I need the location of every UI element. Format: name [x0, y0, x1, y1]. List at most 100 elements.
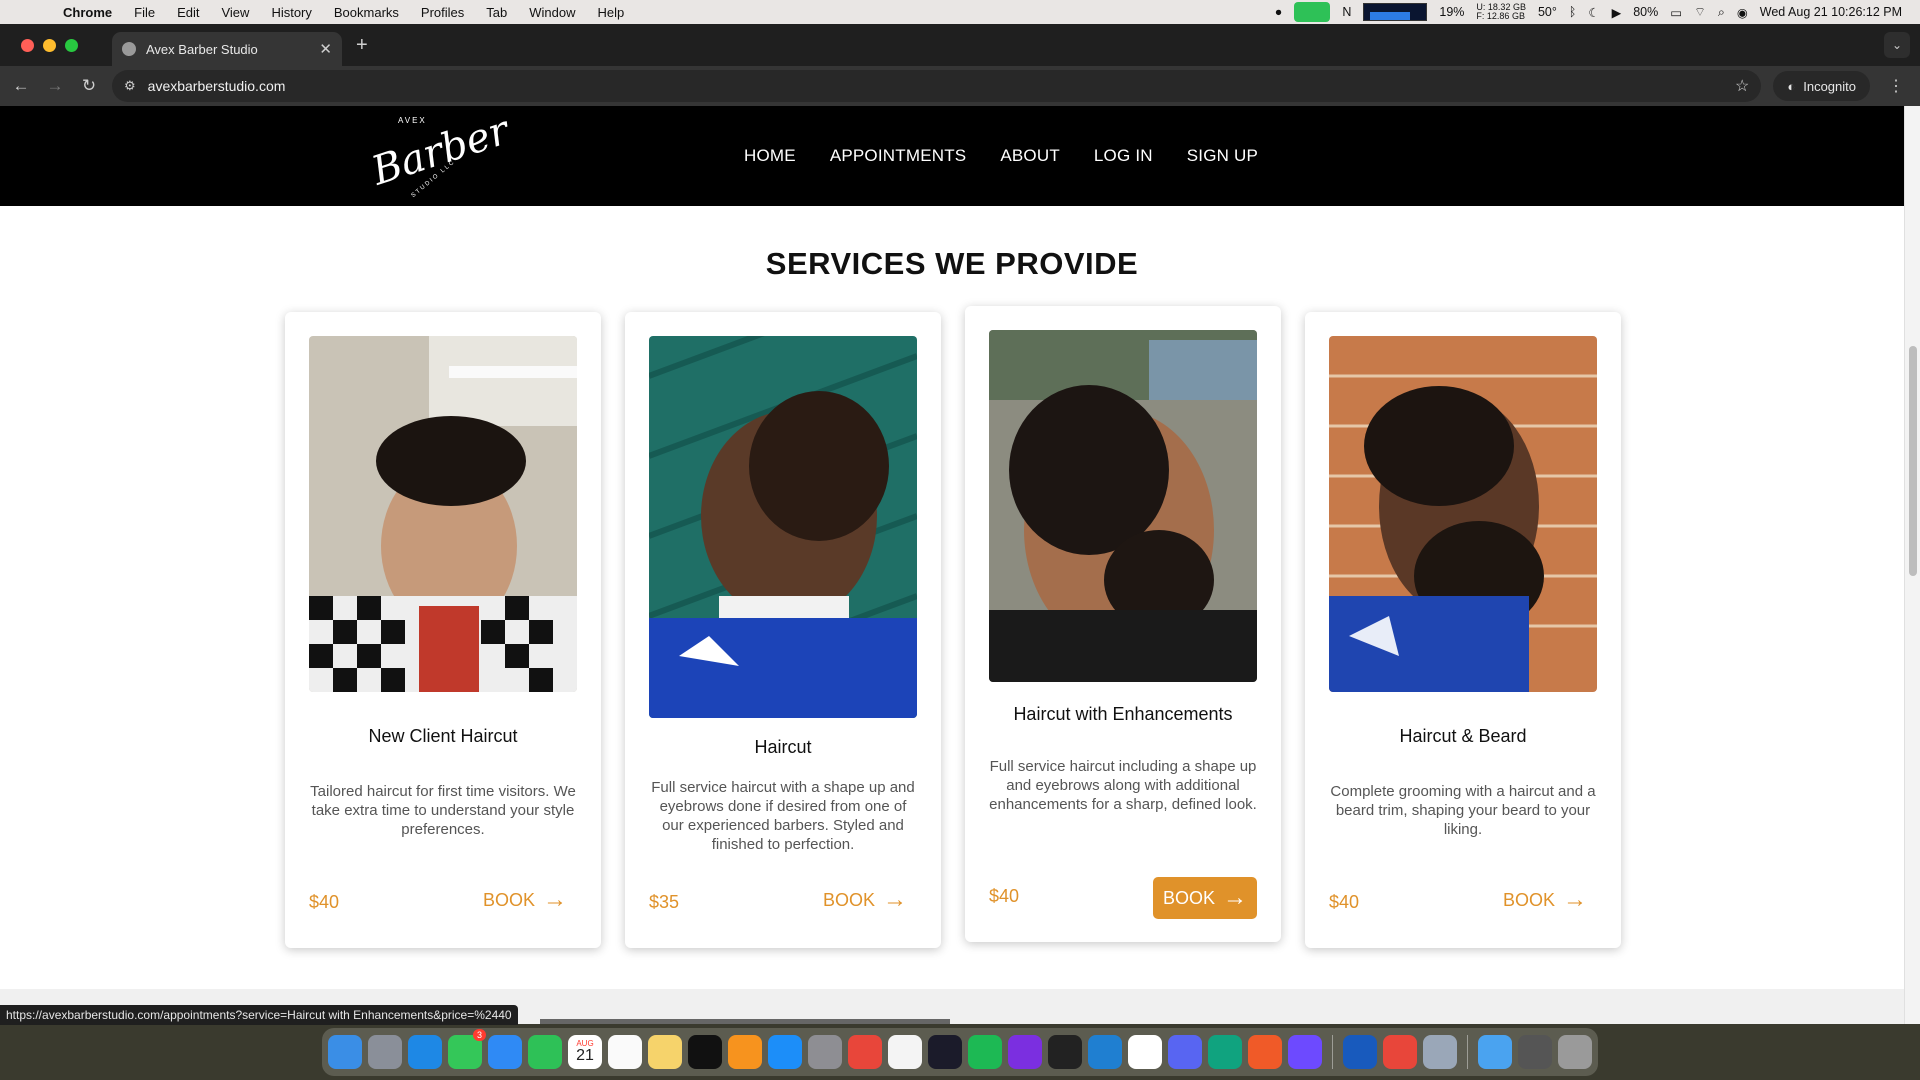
book-button[interactable]: BOOK →: [1503, 888, 1587, 912]
mail-icon[interactable]: [488, 1035, 522, 1069]
chrome-icon[interactable]: [848, 1035, 882, 1069]
chrome-2-icon[interactable]: [1383, 1035, 1417, 1069]
book-button[interactable]: BOOK →: [1152, 877, 1257, 919]
intellij-icon[interactable]: [1008, 1035, 1042, 1069]
menu-help[interactable]: Help: [587, 5, 636, 20]
spotify-icon[interactable]: [968, 1035, 1002, 1069]
battery-icon[interactable]: ▭: [1670, 5, 1682, 20]
menu-edit[interactable]: Edit: [166, 5, 210, 20]
close-window-button[interactable]: [21, 38, 34, 52]
window-controls: [21, 38, 78, 52]
forward-icon[interactable]: →: [44, 76, 66, 96]
safari-icon[interactable]: [408, 1035, 442, 1069]
trash-icon[interactable]: [1558, 1035, 1592, 1069]
nav-sign-up[interactable]: SIGN UP: [1187, 146, 1258, 166]
section-title: SERVICES WE PROVIDE: [765, 246, 1139, 281]
play-icon[interactable]: ▶: [1612, 5, 1622, 20]
chrome-menu-icon[interactable]: ⋮: [1882, 76, 1910, 96]
app-store-icon[interactable]: [768, 1035, 802, 1069]
wifi-icon[interactable]: ⌔: [1694, 4, 1706, 20]
menu-profiles[interactable]: Profiles: [410, 5, 475, 20]
notes-icon[interactable]: [648, 1035, 682, 1069]
nav-appointments[interactable]: APPOINTMENTS: [830, 146, 967, 166]
speedtest-icon[interactable]: [928, 1035, 962, 1069]
record-icon[interactable]: ●: [1275, 5, 1283, 19]
service-price: $40: [1329, 892, 1360, 912]
incognito-badge[interactable]: ◐ Incognito: [1773, 71, 1870, 101]
notion-status-icon[interactable]: N: [1342, 5, 1351, 19]
next-section-image: [540, 1019, 950, 1024]
menu-app-name[interactable]: Chrome: [52, 5, 123, 20]
minimize-window-button[interactable]: [43, 38, 56, 52]
service-card: New Client Haircut Tailored haircut for …: [285, 312, 601, 948]
chatgpt-icon[interactable]: [1208, 1035, 1242, 1069]
menu-bookmarks[interactable]: Bookmarks: [323, 5, 410, 20]
address-url[interactable]: avexbarberstudio.com: [148, 78, 286, 94]
tab-search-chevron-icon[interactable]: ⌄: [1884, 32, 1910, 58]
site-settings-icon[interactable]: ⚙: [124, 78, 136, 94]
terminal-icon[interactable]: [1048, 1035, 1082, 1069]
service-description: Complete grooming with a haircut and a b…: [1330, 783, 1596, 838]
preview-icon[interactable]: [1423, 1035, 1457, 1069]
clock[interactable]: Wed Aug 21 10:26:12 PM: [1760, 5, 1902, 19]
site-logo[interactable]: AVEX Barber STUDIO LLC: [366, 107, 514, 200]
nav-about[interactable]: ABOUT: [1000, 146, 1060, 166]
tab-title: Avex Barber Studio: [146, 41, 258, 57]
messages-icon[interactable]: 3: [448, 1029, 486, 1069]
calendar-icon[interactable]: AUG 21: [568, 1035, 602, 1069]
downloads-icon[interactable]: [1478, 1035, 1512, 1069]
book-button[interactable]: BOOK →: [483, 888, 567, 912]
menu-history[interactable]: History: [260, 5, 322, 20]
menu-window[interactable]: Window: [518, 5, 586, 20]
scrollbar-thumb[interactable]: [1909, 346, 1917, 576]
service-card: Haircut Full service haircut with a shap…: [625, 312, 941, 948]
notion-icon[interactable]: [1128, 1035, 1162, 1069]
proton-icon[interactable]: [1288, 1035, 1322, 1069]
word-icon[interactable]: [1343, 1035, 1377, 1069]
page-scrollbar[interactable]: [1904, 106, 1920, 1024]
service-photo: [989, 330, 1257, 682]
control-center-icon[interactable]: ◉: [1737, 5, 1748, 20]
moon-icon[interactable]: ☾: [1588, 5, 1599, 20]
menu-file[interactable]: File: [123, 5, 166, 20]
dock: 3 AUG 21: [322, 1028, 1598, 1076]
settings-icon[interactable]: [808, 1035, 842, 1069]
discord-icon[interactable]: [1168, 1035, 1202, 1069]
grid-icon[interactable]: [1518, 1035, 1552, 1069]
reload-icon[interactable]: ↻: [78, 76, 100, 96]
battery-percent: 80%: [1633, 5, 1659, 19]
nav-log-in[interactable]: LOG IN: [1094, 146, 1153, 166]
close-tab-icon[interactable]: ✕: [319, 40, 332, 58]
activity-monitor-icon[interactable]: [888, 1035, 922, 1069]
bookmark-star-icon[interactable]: ☆: [1735, 76, 1749, 96]
service-name: New Client Haircut: [368, 726, 518, 746]
weather-temp[interactable]: 50°: [1538, 5, 1557, 19]
tab-avex-barber-studio[interactable]: Avex Barber Studio ✕: [112, 32, 342, 66]
menu-view[interactable]: View: [210, 5, 260, 20]
menu-tab[interactable]: Tab: [475, 5, 518, 20]
pages-icon[interactable]: [728, 1035, 762, 1069]
new-tab-icon[interactable]: +: [356, 34, 368, 57]
bluetooth-icon[interactable]: ᛒ: [1569, 5, 1577, 19]
paw-icon[interactable]: [1248, 1035, 1282, 1069]
facetime-icon[interactable]: [528, 1035, 562, 1069]
back-icon[interactable]: ←: [10, 76, 32, 96]
calendar-day: 21: [576, 1047, 594, 1064]
book-button[interactable]: BOOK →: [823, 888, 907, 912]
book-label: BOOK: [1502, 889, 1555, 910]
cpu-graph-icon[interactable]: [1363, 3, 1428, 21]
finder-icon[interactable]: [328, 1035, 362, 1069]
facetime-status-icon[interactable]: [1294, 2, 1331, 22]
zoom-window-button[interactable]: [65, 38, 78, 52]
nav-home[interactable]: HOME: [744, 146, 796, 166]
launchpad-icon[interactable]: [368, 1035, 402, 1069]
address-bar[interactable]: ⚙ avexbarberstudio.com ☆: [112, 70, 1762, 102]
vscode-icon[interactable]: [1088, 1035, 1122, 1069]
service-card: Haircut with Enhancements Full service h…: [965, 306, 1281, 942]
book-label: BOOK: [822, 889, 875, 910]
search-icon[interactable]: ⌕: [1718, 5, 1725, 20]
tv-icon[interactable]: [688, 1035, 722, 1069]
logo-script-text: Barber: [366, 107, 515, 195]
reminders-icon[interactable]: [608, 1035, 642, 1069]
service-photo: [1329, 336, 1597, 692]
